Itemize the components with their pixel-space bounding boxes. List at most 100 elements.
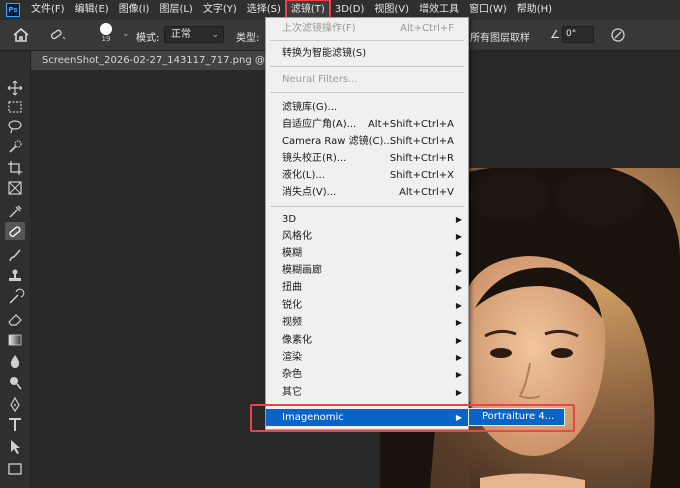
chevron-right-icon: ▶ (455, 318, 462, 327)
history-brush-tool-icon[interactable] (5, 288, 25, 306)
menu-item-label: 转换为智能滤镜(S) (282, 48, 367, 59)
menu-item-liquify[interactable]: 液化(L)... Shift+Ctrl+X (266, 167, 468, 184)
menu-item-label: 像素化 (282, 335, 312, 346)
filter-menu: 上次滤镜操作(F) Alt+Ctrl+F 转换为智能滤镜(S) Neural F… (265, 17, 469, 406)
marquee-tool-icon[interactable] (5, 98, 25, 116)
menu-item-neural-filters: Neural Filters... (266, 71, 468, 88)
chevron-right-icon: ▶ (455, 388, 462, 397)
menu-item-vanishing-point[interactable]: 消失点(V)... Alt+Ctrl+V (266, 184, 468, 201)
menu-item-blur[interactable]: 模糊 ▶ (266, 245, 468, 262)
spot-healing-brush-icon[interactable] (5, 222, 25, 240)
menu-item-label: 视频 (282, 317, 302, 328)
eraser-tool-icon[interactable] (5, 310, 25, 328)
home-icon[interactable] (12, 26, 30, 44)
menu-item-label: 镜头校正(R)... (282, 153, 347, 164)
menu-item-label: 上次滤镜操作(F) (282, 23, 356, 34)
menu-item-blur-gallery[interactable]: 模糊画廊 ▶ (266, 262, 468, 279)
dodge-tool-icon[interactable] (5, 374, 25, 392)
menu-help[interactable]: 帮助(H) (512, 0, 557, 20)
menu-item-label: 模糊 (282, 248, 302, 259)
menu-item-shortcut: Shift+Ctrl+R (389, 153, 454, 164)
brush-size-value: 19 (101, 35, 111, 43)
move-tool-icon[interactable] (5, 79, 25, 97)
brush-size-picker[interactable]: 19 (92, 23, 120, 49)
menu-type[interactable]: 文字(Y) (198, 0, 242, 20)
gradient-tool-icon[interactable] (5, 331, 25, 349)
path-selection-tool-icon[interactable] (5, 438, 25, 456)
menu-item-last-filter: 上次滤镜操作(F) Alt+Ctrl+F (266, 20, 468, 37)
menu-item-label: 3D (282, 214, 297, 225)
menu-item-shortcut: Alt+Ctrl+F (400, 23, 454, 34)
pen-tool-icon[interactable] (5, 396, 25, 414)
menu-item-render[interactable]: 渲染 ▶ (266, 349, 468, 366)
menu-item-convert-smart-filter[interactable]: 转换为智能滤镜(S) (266, 45, 468, 62)
menu-item-filter-gallery[interactable]: 滤镜库(G)... (266, 99, 468, 116)
type-label: 类型: (236, 33, 260, 44)
menu-item-shortcut: Shift+Ctrl+X (389, 170, 454, 181)
angle-input[interactable]: 0° (562, 26, 594, 43)
menu-image[interactable]: 图像(I) (114, 0, 155, 20)
healing-brush-icon[interactable] (48, 26, 68, 44)
menu-item-pixelate[interactable]: 像素化 ▶ (266, 332, 468, 349)
menu-file[interactable]: 文件(F) (26, 0, 70, 20)
chevron-right-icon: ▶ (455, 215, 462, 224)
menu-item-distort[interactable]: 扭曲 ▶ (266, 279, 468, 296)
menu-divider (270, 40, 464, 41)
menu-edit[interactable]: 编辑(E) (70, 0, 114, 20)
menu-item-adaptive-wide-angle[interactable]: 自适应广角(A)... Alt+Shift+Ctrl+A (266, 116, 468, 133)
frame-tool-icon[interactable] (5, 179, 25, 197)
quick-select-tool-icon[interactable] (5, 138, 25, 156)
chevron-right-icon: ▶ (455, 336, 462, 345)
chevron-right-icon: ▶ (455, 232, 462, 241)
tools-panel (0, 51, 31, 488)
chevron-right-icon: ▶ (455, 353, 462, 362)
menu-item-label: 滤镜库(G)... (282, 102, 338, 113)
menu-item-other[interactable]: 其它 ▶ (266, 384, 468, 401)
rectangle-tool-icon[interactable] (5, 460, 25, 478)
menu-item-label: 消失点(V)... (282, 187, 337, 198)
menu-item-sharpen[interactable]: 锐化 ▶ (266, 297, 468, 314)
menu-item-noise[interactable]: 杂色 ▶ (266, 366, 468, 383)
lasso-tool-icon[interactable] (5, 118, 25, 136)
sample-all-layers-label[interactable]: 所有图层取样 (470, 29, 530, 44)
crop-tool-icon[interactable] (5, 159, 25, 177)
eyedropper-tool-icon[interactable] (5, 202, 25, 220)
menu-layer[interactable]: 图层(L) (154, 0, 197, 20)
chevron-right-icon: ▶ (455, 301, 462, 310)
annotation-highlight-box (250, 404, 575, 432)
menu-item-label: 模糊画廊 (282, 265, 322, 276)
menu-item-label: 其它 (282, 387, 302, 398)
menu-divider (270, 66, 464, 67)
menu-item-video[interactable]: 视频 ▶ (266, 314, 468, 331)
blur-tool-icon[interactable] (5, 352, 25, 370)
menu-item-shortcut: Shift+Ctrl+A (389, 136, 454, 147)
type-tool-icon[interactable] (5, 416, 25, 434)
chevron-right-icon: ▶ (455, 249, 462, 258)
mode-label: 模式: (136, 33, 160, 44)
menu-item-camera-raw[interactable]: Camera Raw 滤镜(C)... Shift+Ctrl+A (266, 133, 468, 150)
document-tab[interactable]: ScreenShot_2026-02-27_143117_717.png @ 1… (30, 51, 275, 70)
menu-divider (270, 92, 464, 93)
clone-stamp-tool-icon[interactable] (5, 267, 25, 285)
menu-item-lens-correction[interactable]: 镜头校正(R)... Shift+Ctrl+R (266, 150, 468, 167)
menu-item-label: 杂色 (282, 369, 302, 380)
mode-select[interactable]: 正常 ⌄ (164, 26, 224, 43)
pressure-icon[interactable] (610, 27, 626, 43)
menu-item-label: Camera Raw 滤镜(C)... (282, 136, 393, 147)
chevron-down-icon[interactable]: ⌄ (122, 29, 130, 39)
menu-window[interactable]: 窗口(W) (464, 0, 512, 20)
brush-tool-icon[interactable] (5, 246, 25, 264)
menu-item-stylize[interactable]: 风格化 ▶ (266, 228, 468, 245)
mode-value: 正常 (171, 29, 191, 40)
menu-item-label: Neural Filters... (282, 74, 358, 85)
menu-item-3d[interactable]: 3D ▶ (266, 211, 468, 228)
menu-item-shortcut: Alt+Shift+Ctrl+A (367, 119, 454, 130)
photoshop-logo: Ps (6, 3, 20, 17)
angle-icon: ∠ (550, 28, 560, 41)
menu-item-shortcut: Alt+Ctrl+V (399, 187, 454, 198)
menu-item-label: 扭曲 (282, 282, 302, 293)
chevron-down-icon: ⌄ (211, 30, 219, 40)
menu-item-label: 自适应广角(A)... (282, 119, 357, 130)
menu-item-label: 渲染 (282, 352, 302, 363)
menu-item-label: 液化(L)... (282, 170, 325, 181)
